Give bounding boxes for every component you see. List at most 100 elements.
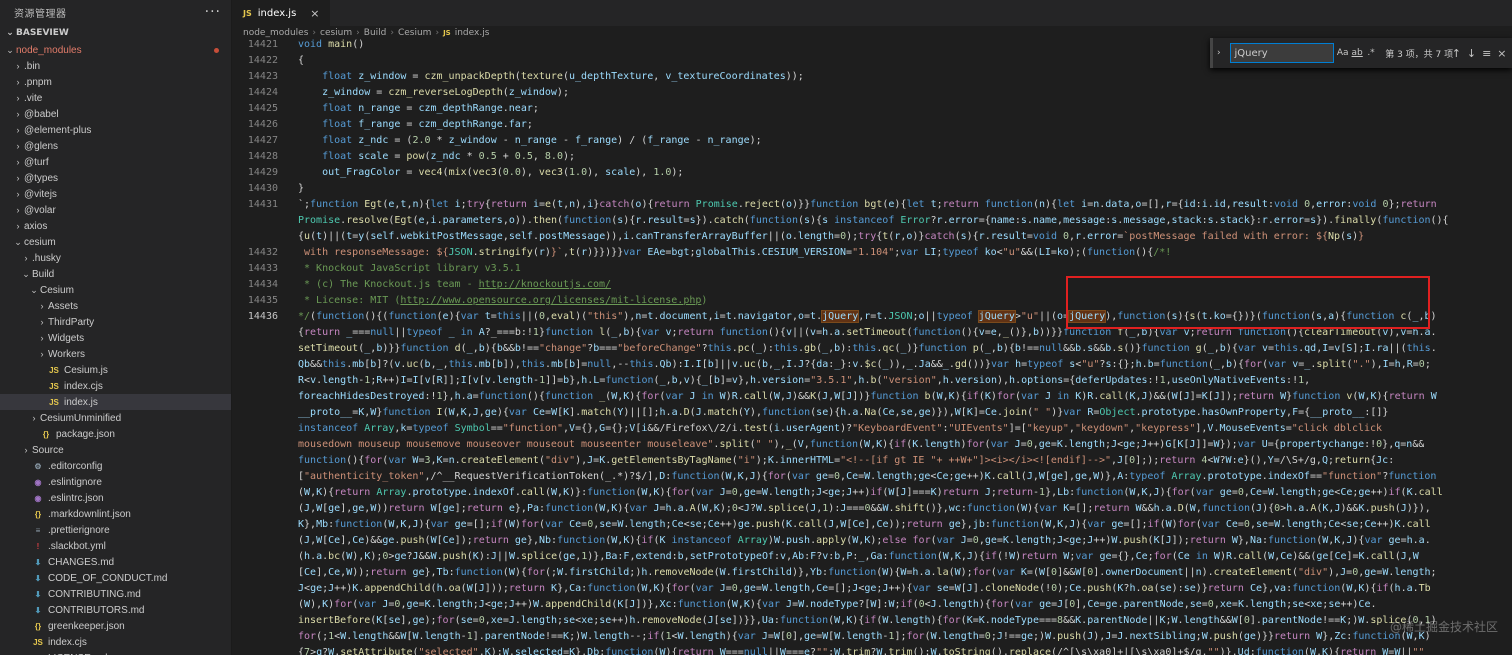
tree-item[interactable]: JS index.js: [0, 394, 231, 410]
chevron-right-icon: ›: [16, 93, 20, 103]
code-line[interactable]: (J,W[Ce],Ce)&&ge.push(W[Ce]);return ge},…: [233, 533, 1512, 549]
code-line[interactable]: 14428 float scale = pow(z_ndc * 0.5 + 0.…: [233, 149, 1512, 165]
code-line[interactable]: {u(t)||(t=y(self.webkitPostMessage,self.…: [233, 229, 1512, 245]
tree-item[interactable]: › Widgets: [0, 330, 231, 346]
code-line[interactable]: {return _===null||typeof _ in A?_===b:!1…: [233, 325, 1512, 341]
chevron-down-icon: ⌄: [30, 284, 38, 295]
code-line[interactable]: 14435 * License: MIT (http://www.opensou…: [233, 293, 1512, 309]
tree-item[interactable]: ⬇ CHANGES.md: [0, 554, 231, 570]
code-line[interactable]: 14430}: [233, 181, 1512, 197]
tree-item[interactable]: ⌄ cesium: [0, 234, 231, 250]
tree-item[interactable]: › @glens: [0, 138, 231, 154]
tree-item[interactable]: › @types: [0, 170, 231, 186]
match-case-icon[interactable]: Aa: [1337, 48, 1349, 58]
code-line[interactable]: Promise.resolve(Egt(e,i.parameters,o)).t…: [233, 213, 1512, 229]
code-line[interactable]: Qb&&this.mb[b]?(v.uc(b,_,this.mb[b]),thi…: [233, 357, 1512, 373]
tree-item[interactable]: › ThirdParty: [0, 314, 231, 330]
tree-item[interactable]: ⬇LICENSE.md: [0, 650, 231, 655]
close-icon[interactable]: ×: [1496, 47, 1508, 60]
tree-item[interactable]: ⌄ Cesium: [0, 282, 231, 298]
code-line[interactable]: 14436 */(function(){(function(e){var t=th…: [233, 309, 1512, 325]
code-line[interactable]: 14432 with responseMessage: ${JSON.strin…: [233, 245, 1512, 261]
tree-item[interactable]: ◉ .eslintrc.json: [0, 490, 231, 506]
code-line[interactable]: {7>q?W.setAttribute("selected",K):W.sele…: [233, 645, 1512, 655]
code-line[interactable]: insertBefore(K[se],ge);for(se=0,xe=J.len…: [233, 613, 1512, 629]
code-line[interactable]: (W,K){return Array.prototype.indexOf.cal…: [233, 485, 1512, 501]
code-line[interactable]: 14423 float z_window = czm_unpackDepth(t…: [233, 69, 1512, 85]
workspace-section-header[interactable]: ⌄ BASEVIEW: [0, 24, 231, 42]
tree-item[interactable]: › Assets: [0, 298, 231, 314]
tree-item[interactable]: ! .slackbot.yml: [0, 538, 231, 554]
tree-item[interactable]: › @element-plus: [0, 122, 231, 138]
tab-index-js[interactable]: JS index.js ×: [233, 0, 330, 26]
tree-item[interactable]: › .pnpm: [0, 74, 231, 90]
tree-item[interactable]: ≡ .prettierignore: [0, 522, 231, 538]
chevron-right-icon: ›: [16, 141, 20, 151]
tree-item[interactable]: JS index.cjs: [0, 378, 231, 394]
code-line[interactable]: __proto__=K,W}function I(W,K,J,ge){var C…: [233, 405, 1512, 421]
tree-item[interactable]: › .bin: [0, 58, 231, 74]
code-line[interactable]: instanceof Array,k=typeof Symbol=="funct…: [233, 421, 1512, 437]
tree-item[interactable]: › Source: [0, 442, 231, 458]
code-line[interactable]: ["authenticity_token",/^__RequestVerific…: [233, 469, 1512, 485]
tree-item-label: CODE_OF_CONDUCT.md: [48, 572, 168, 584]
code-line[interactable]: 14433 * Knockout JavaScript library v3.5…: [233, 261, 1512, 277]
code-editor[interactable]: 14421 void main() 14422 {14423 float z_wind…: [233, 37, 1512, 655]
code-line[interactable]: J<ge;J++)K.appendChild(h.oa(W[J]));retur…: [233, 581, 1512, 597]
code-line[interactable]: 14426 float f_range = czm_depthRange.far…: [233, 117, 1512, 133]
explorer-header: 资源管理器 ···: [0, 0, 231, 24]
tree-item[interactable]: ⬇ CODE_OF_CONDUCT.md: [0, 570, 231, 586]
tree-item[interactable]: JS index.cjs: [0, 634, 231, 650]
tree-item[interactable]: › Workers: [0, 346, 231, 362]
tree-item[interactable]: ⚙ .editorconfig: [0, 458, 231, 474]
code-line[interactable]: 14431 `;function Egt(e,t,n){let i;try{ret…: [233, 197, 1512, 213]
code-line[interactable]: foreachHidesDestroyed:!1},h.a=function()…: [233, 389, 1512, 405]
tree-item[interactable]: ⬇ CONTRIBUTING.md: [0, 586, 231, 602]
code-line[interactable]: 14434 * (c) The Knockout.js team - http:…: [233, 277, 1512, 293]
tree-item[interactable]: ⬇ CONTRIBUTORS.md: [0, 602, 231, 618]
use-regex-icon[interactable]: .*: [1366, 48, 1376, 58]
tree-item[interactable]: › @vitejs: [0, 186, 231, 202]
tree-item[interactable]: › @babel: [0, 106, 231, 122]
code-line[interactable]: function(){for(var W=3,K=n.createElement…: [233, 453, 1512, 469]
tree-item[interactable]: › .vite: [0, 90, 231, 106]
code-line[interactable]: mousedown mouseup mousemove mouseover mo…: [233, 437, 1512, 453]
code-line[interactable]: R<v.length-1;R++)I=I[v[R]];I[v[v.length-…: [233, 373, 1512, 389]
code-line[interactable]: setTimeout(_,b)}}function d(_,b){b&&b!==…: [233, 341, 1512, 357]
tree-item[interactable]: › CesiumUnminified: [0, 410, 231, 426]
tree-item[interactable]: ◉ .eslintignore: [0, 474, 231, 490]
code-line[interactable]: 14424 z_window = czm_reverseLogDepth(z_w…: [233, 85, 1512, 101]
tree-item[interactable]: › @volar: [0, 202, 231, 218]
tree-item[interactable]: {} greenkeeper.json: [0, 618, 231, 634]
code-line[interactable]: 14427 float z_ndc = (2.0 * z_window - n_…: [233, 133, 1512, 149]
tree-item[interactable]: ⌄ Build: [0, 266, 231, 282]
tree-item[interactable]: JS Cesium.js: [0, 362, 231, 378]
file-type-icon: {}: [34, 509, 42, 519]
tree-item-label: .pnpm: [24, 76, 52, 88]
arrow-up-icon[interactable]: ↑: [1450, 47, 1462, 60]
tree-item-label: Cesium: [40, 284, 74, 296]
code-line[interactable]: (J,W[ge],ge,W))return W[ge];return e},Pa…: [233, 501, 1512, 517]
code-line[interactable]: 14425 float n_range = czm_depthRange.nea…: [233, 101, 1512, 117]
more-actions-icon[interactable]: ···: [205, 4, 221, 20]
chevron-right-icon: ›: [16, 173, 20, 183]
tree-item[interactable]: ⌄ node_modules: [0, 42, 231, 58]
code-line[interactable]: (W),K)for(var J=0,ge=K.length;J<ge;J++)W…: [233, 597, 1512, 613]
toggle-replace-icon[interactable]: ›: [1217, 48, 1227, 58]
tree-item[interactable]: {} .markdownlint.json: [0, 506, 231, 522]
tree-item[interactable]: › @turf: [0, 154, 231, 170]
find-in-selection-icon[interactable]: ≡: [1481, 47, 1493, 60]
tree-item[interactable]: › axios: [0, 218, 231, 234]
code-line[interactable]: for(;1<W.length&&W[W.length-1].parentNod…: [233, 629, 1512, 645]
close-icon[interactable]: ×: [310, 7, 319, 20]
find-input[interactable]: jQuery: [1230, 43, 1334, 63]
arrow-down-icon[interactable]: ↓: [1465, 47, 1477, 60]
code-line[interactable]: 14429 out_FragColor = vec4(mix(vec3(0.0)…: [233, 165, 1512, 181]
code-line[interactable]: [Ce],Ce,W));return ge},Tb:function(W){fo…: [233, 565, 1512, 581]
line-number: 14432: [247, 247, 278, 258]
tree-item[interactable]: {} package.json: [0, 426, 231, 442]
match-whole-word-icon[interactable]: ab: [1352, 48, 1363, 58]
code-line[interactable]: K},Mb:function(W,K,J){var ge=[];if(W)for…: [233, 517, 1512, 533]
code-line[interactable]: (h.a.bc(W),K);0>ge?J&&W.push(K):J||W.spl…: [233, 549, 1512, 565]
tree-item[interactable]: › .husky: [0, 250, 231, 266]
